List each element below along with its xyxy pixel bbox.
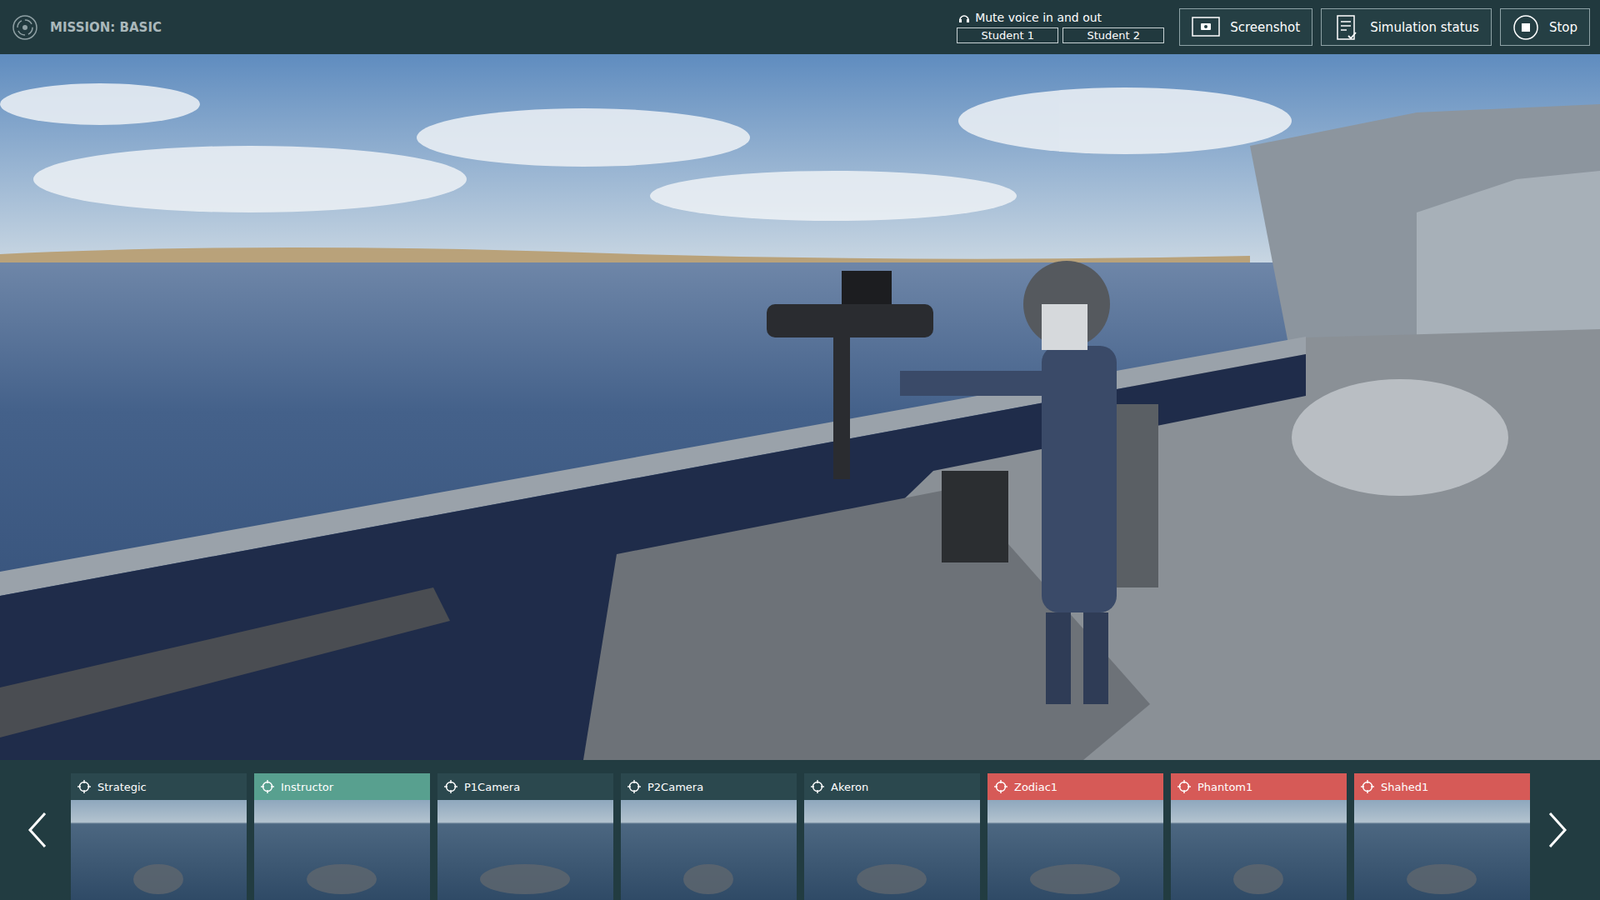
mission-label: MISSION: BASIC (50, 20, 162, 35)
chevron-left-icon (23, 810, 52, 850)
voice-controls: Mute voice in and out Student 1Student 2 (956, 10, 1165, 44)
stop-icon (1512, 14, 1540, 41)
next-button[interactable] (1538, 810, 1577, 850)
camera-card[interactable]: Shahed1 (1354, 773, 1530, 900)
camera-header: P1Camera (437, 773, 614, 800)
camera-preview (987, 800, 1164, 900)
camera-label: Phantom1 (1197, 780, 1253, 794)
checklist-icon (1333, 14, 1360, 41)
crosshair-icon (1177, 780, 1191, 794)
crosshair-icon (77, 780, 91, 794)
camera-header: Phantom1 (1170, 773, 1347, 800)
screenshot-button[interactable]: Screenshot (1179, 8, 1313, 46)
stop-button[interactable]: Stop (1500, 8, 1590, 46)
camera-preview (437, 800, 614, 900)
camera-card[interactable]: Akeron (804, 773, 980, 900)
camera-header: P2Camera (620, 773, 797, 800)
headphones-icon (958, 12, 970, 24)
crosshair-icon (444, 780, 458, 794)
student-button[interactable]: Student 1 (956, 27, 1059, 44)
camera-label: Strategic (97, 780, 147, 794)
camera-card[interactable]: Strategic (70, 773, 247, 900)
crosshair-icon (810, 780, 825, 794)
camera-card[interactable]: P2Camera (620, 773, 797, 900)
voice-label: Mute voice in and out (956, 10, 1165, 25)
student-buttons: Student 1Student 2 (956, 27, 1165, 44)
camera-header: Akeron (804, 773, 980, 800)
camera-header: Instructor (254, 773, 430, 800)
camera-card[interactable]: Instructor (254, 773, 430, 900)
status-button[interactable]: Simulation status (1320, 8, 1492, 46)
previous-button[interactable] (18, 810, 57, 850)
chevron-right-icon (1543, 810, 1572, 850)
camera-label: Shahed1 (1380, 780, 1429, 794)
camera-preview (620, 800, 797, 900)
crosshair-icon (994, 780, 1008, 794)
camera-strip: Strategic Instructor P1Camera P2Camera Akero… (0, 760, 1600, 900)
camera-label: Instructor (280, 780, 334, 794)
camera-card[interactable]: P1Camera (437, 773, 614, 900)
camera-header: Strategic (70, 773, 247, 800)
camera-header: Shahed1 (1354, 773, 1530, 800)
camera-preview (254, 800, 430, 900)
student-button[interactable]: Student 2 (1062, 27, 1165, 44)
logo-icon (11, 14, 39, 41)
camera-preview (1354, 800, 1530, 900)
camera-icon (1191, 14, 1220, 41)
camera-label: Zodiac1 (1014, 780, 1058, 794)
camera-preview (70, 800, 247, 900)
camera-preview (804, 800, 980, 900)
camera-card[interactable]: Phantom1 (1170, 773, 1347, 900)
camera-card[interactable]: Zodiac1 (987, 773, 1164, 900)
camera-header: Zodiac1 (987, 773, 1164, 800)
crosshair-icon (1360, 780, 1375, 794)
top-bar: MISSION: BASIC Mute voice in and out Stude… (0, 0, 1600, 55)
camera-preview (1170, 800, 1347, 900)
simulation-view[interactable] (0, 54, 1600, 760)
camera-label: P2Camera (647, 780, 704, 794)
camera-label: Akeron (830, 780, 869, 794)
crosshair-icon (260, 780, 275, 794)
crosshair-icon (627, 780, 641, 794)
camera-label: P1Camera (464, 780, 520, 794)
camera-list: Strategic Instructor P1Camera P2Camera Akero… (70, 773, 1530, 900)
mission-title: MISSION: BASIC (11, 14, 162, 41)
